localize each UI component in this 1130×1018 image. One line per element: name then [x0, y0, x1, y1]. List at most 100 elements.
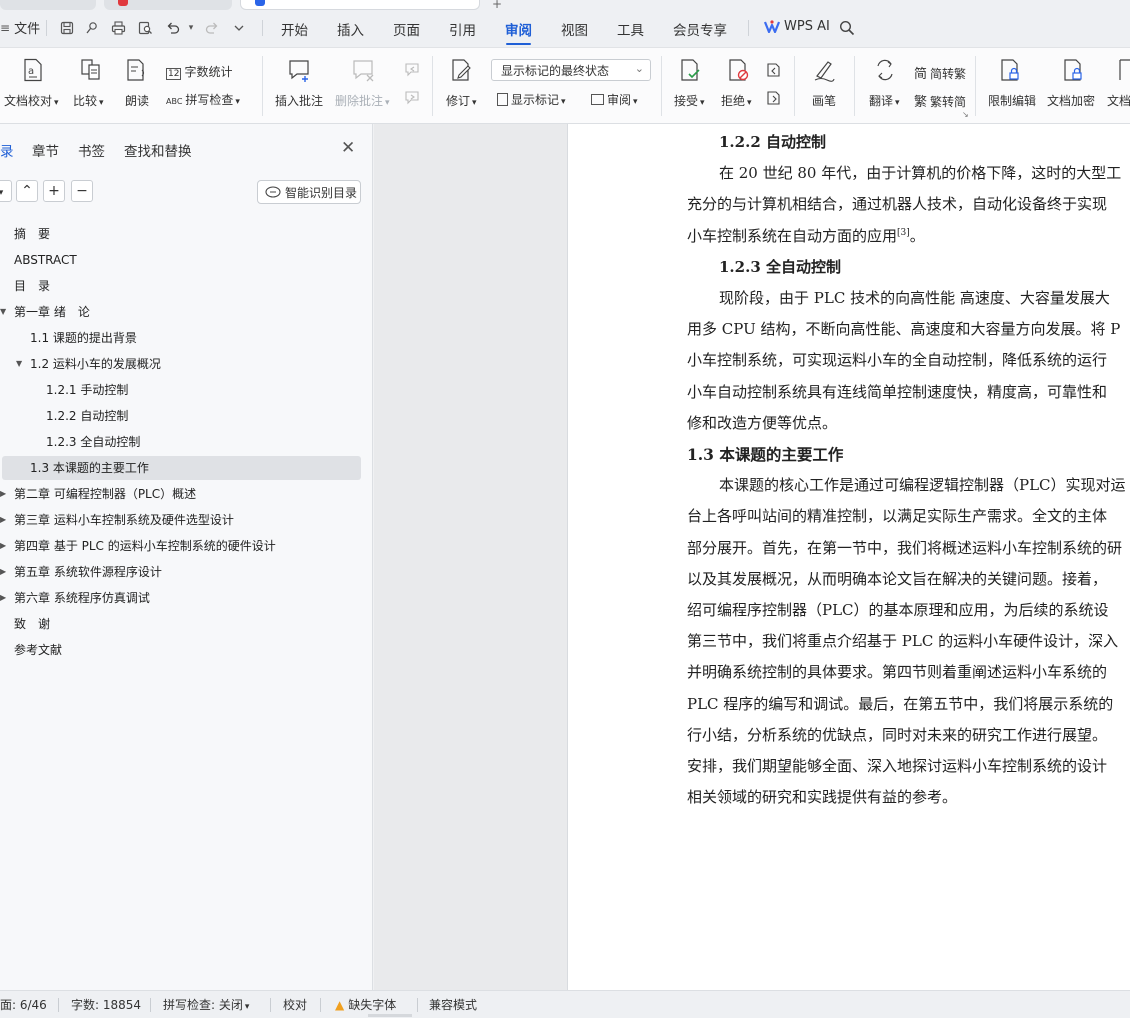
wps-ai-button[interactable]: WPS AI [764, 19, 830, 34]
share-icon[interactable] [83, 19, 101, 37]
show-markup-button[interactable]: 显示标记 ▾ [497, 91, 566, 108]
doc-text-line[interactable]: 第三节中，我们将重点介绍基于 PLC 的运料小车硬件设计，深入 [687, 630, 1118, 651]
toc-item[interactable]: ABSTRACT [2, 248, 361, 272]
page-indicator[interactable]: 面: 6/46 [0, 996, 47, 1013]
add-heading-button[interactable]: + [43, 180, 65, 202]
toc-item[interactable]: ▼ 第一章 绪 论 [0, 300, 361, 324]
print-preview-icon[interactable] [136, 19, 154, 37]
next-comment-icon[interactable] [404, 90, 420, 106]
to-traditional-button[interactable]: 简简转繁 [914, 63, 966, 82]
doc-text-line[interactable]: 行小结，分析系统的优缺点，同时对未来的研究工作进行展望。 [687, 724, 1107, 745]
doc-text-line[interactable]: 小车控制系统在自动方面的应用[3]。 [687, 225, 925, 246]
citation-ref[interactable]: [3] [897, 228, 910, 238]
doc-text-line[interactable]: PLC 程序的编写和调试。最后，在第五节中，我们将展示系统的 [687, 693, 1113, 714]
toc-item[interactable]: 致 谢 [2, 612, 361, 636]
doc-text-line[interactable]: 用多 CPU 结构，不断向高性能、高速度和大容量方向发展。将 P [687, 318, 1120, 339]
undo-dropdown-icon[interactable]: ▾ [182, 19, 200, 37]
toc-item[interactable]: 1.2.3 全自动控制 [2, 430, 361, 454]
toc-item[interactable]: 摘 要 [2, 222, 361, 246]
translate-button[interactable]: 翻译 ▾ [869, 92, 900, 109]
previous-comment-icon[interactable] [404, 62, 420, 78]
collapsed-triangle-icon[interactable]: ▶ [0, 482, 6, 506]
nav-tab-toc[interactable]: 录 [0, 140, 14, 160]
close-icon[interactable]: ✕ [341, 138, 355, 158]
smart-toc-button[interactable]: 智能识别目录 [257, 180, 361, 204]
collapse-dropdown-button[interactable]: ▾ [0, 180, 12, 202]
nav-tab-sections[interactable]: 章节 [32, 140, 59, 160]
toc-item[interactable]: ▶ 第五章 系统软件源程序设计 [0, 560, 361, 584]
doc-heading[interactable]: 1.2.2 自动控制 [719, 131, 826, 152]
nav-tab-find-replace[interactable]: 查找和替换 [124, 140, 192, 160]
collapsed-triangle-icon[interactable]: ▶ [0, 586, 6, 610]
doc-text-line[interactable]: 在 20 世纪 80 年代，由于计算机的价格下降，这时的大型工 [719, 162, 1121, 183]
tab-review[interactable]: 审阅 [505, 19, 532, 45]
doc-text-line[interactable]: 部分展开。首先，在第一节中，我们将概述运料小车控制系统的研 [687, 537, 1122, 558]
toc-item[interactable]: 目 录 [2, 274, 361, 298]
search-icon[interactable] [838, 19, 856, 37]
doc-text-line[interactable]: 相关领域的研究和实践提供有益的参考。 [687, 786, 957, 807]
more-dropdown-icon[interactable] [230, 19, 248, 37]
tab-page[interactable]: 页面 [393, 19, 420, 39]
doc-heading[interactable]: 1.3 本课题的主要工作 [687, 443, 843, 465]
toc-item[interactable]: 1.3 本课题的主要工作 [2, 456, 361, 480]
encrypt-button[interactable]: 文档加密 [1047, 92, 1095, 109]
markup-state-select[interactable]: 显示标记的最终状态 ⌄ [491, 59, 651, 81]
dialog-launcher-icon[interactable]: ↘ [962, 110, 969, 119]
doc-text-line[interactable]: 安排，我们期望能够全面、深入地探讨运料小车控制系统的设计 [687, 755, 1107, 776]
collapsed-triangle-icon[interactable]: ▶ [0, 560, 6, 584]
missing-font-status[interactable]: ▲ 缺失字体 [335, 996, 396, 1013]
remove-heading-button[interactable]: − [71, 180, 93, 202]
redo-icon[interactable] [203, 19, 221, 37]
collapsed-triangle-icon[interactable]: ▶ [0, 534, 6, 558]
toc-item[interactable]: ▶ 第四章 基于 PLC 的运料小车控制系统的硬件设计 [0, 534, 361, 558]
doc-text-line[interactable]: 现阶段，由于 PLC 技术的向高性能 高速度、大容量发展大 [719, 287, 1110, 308]
pen-button[interactable]: 画笔 [812, 92, 836, 109]
read-aloud-button[interactable]: 朗读 [125, 92, 149, 109]
doc-text-line[interactable]: 小车自动控制系统具有连线简单控制速度快，精度高，可靠性和 [687, 381, 1107, 402]
tab-home[interactable]: 开始 [281, 19, 308, 39]
insert-comment-button[interactable]: 插入批注 [275, 92, 323, 109]
doc-text-line[interactable]: 台上各呼叫站间的精准控制，以满足实际生产需求。全文的主体 [687, 505, 1107, 526]
expanded-triangle-icon[interactable]: ▼ [16, 352, 22, 376]
toc-item[interactable]: ▶ 第二章 可编程控制器（PLC）概述 [0, 482, 361, 506]
next-change-icon[interactable] [766, 90, 782, 106]
doc-heading[interactable]: 1.2.3 全自动控制 [719, 256, 841, 277]
tab-tools[interactable]: 工具 [617, 19, 644, 39]
doc-text-line[interactable]: 以及其发展概况，从而明确本论文旨在解决的关键问题。接着， [687, 568, 1107, 589]
nav-tab-bookmarks[interactable]: 书签 [78, 140, 105, 160]
track-changes-button[interactable]: 修订 ▾ [446, 92, 477, 109]
to-simplified-button[interactable]: 繁繁转简 [914, 91, 966, 110]
toc-item[interactable]: ▶ 第三章 运料小车控制系统及硬件选型设计 [0, 508, 361, 532]
restrict-edit-button[interactable]: 限制编辑 [988, 92, 1036, 109]
doc-text-line[interactable]: 绍可编程序控制器（PLC）的基本原理和应用，为后续的系统设 [687, 599, 1109, 620]
toc-item[interactable]: 参考文献 [2, 638, 361, 662]
proofread-status[interactable]: 校对 [283, 996, 307, 1013]
document-tab-active[interactable] [240, 0, 480, 10]
word-count-button[interactable]: 12 字数统计 [166, 63, 232, 80]
document-tab[interactable] [104, 0, 232, 10]
tab-view[interactable]: 视图 [561, 19, 588, 39]
spell-check-button[interactable]: ABC 拼写检查 ▾ [166, 91, 240, 108]
expanded-triangle-icon[interactable]: ▼ [0, 300, 6, 324]
spell-check-status[interactable]: 拼写检查: 关闭 ▾ [163, 996, 249, 1013]
doc-text-line[interactable]: 小车控制系统，可实现运料小车的全自动控制，降低系统的运行 [687, 349, 1107, 370]
document-more-button[interactable]: 文档 [1107, 92, 1130, 109]
delete-comment-button[interactable]: 删除批注 ▾ [335, 92, 390, 109]
doc-check-button[interactable]: 文档校对 ▾ [4, 92, 59, 109]
tab-references[interactable]: 引用 [449, 19, 476, 39]
print-icon[interactable] [109, 19, 127, 37]
undo-icon[interactable] [164, 19, 182, 37]
review-pane-button[interactable]: 审阅 ▾ [591, 91, 638, 108]
toc-item[interactable]: ▼ 1.2 运料小车的发展概况 [2, 352, 361, 376]
toc-item[interactable]: 1.2.2 自动控制 [2, 404, 361, 428]
new-tab-icon[interactable]: + [492, 0, 502, 11]
toc-item[interactable]: 1.2.1 手动控制 [2, 378, 361, 402]
document-tab[interactable] [0, 0, 96, 10]
doc-text-line[interactable]: 充分的与计算机相结合，通过机器人技术，自动化设备终于实现 [687, 193, 1107, 214]
toc-item[interactable]: 1.1 课题的提出背景 [2, 326, 361, 350]
tab-member[interactable]: 会员专享 [673, 19, 727, 39]
promote-level-button[interactable]: ⌃ [16, 180, 38, 202]
file-menu-button[interactable]: ≡ 文件 [0, 18, 40, 38]
doc-text-line[interactable]: 本课题的核心工作是通过可编程逻辑控制器（PLC）实现对运 [719, 474, 1126, 495]
save-icon[interactable] [58, 19, 76, 37]
